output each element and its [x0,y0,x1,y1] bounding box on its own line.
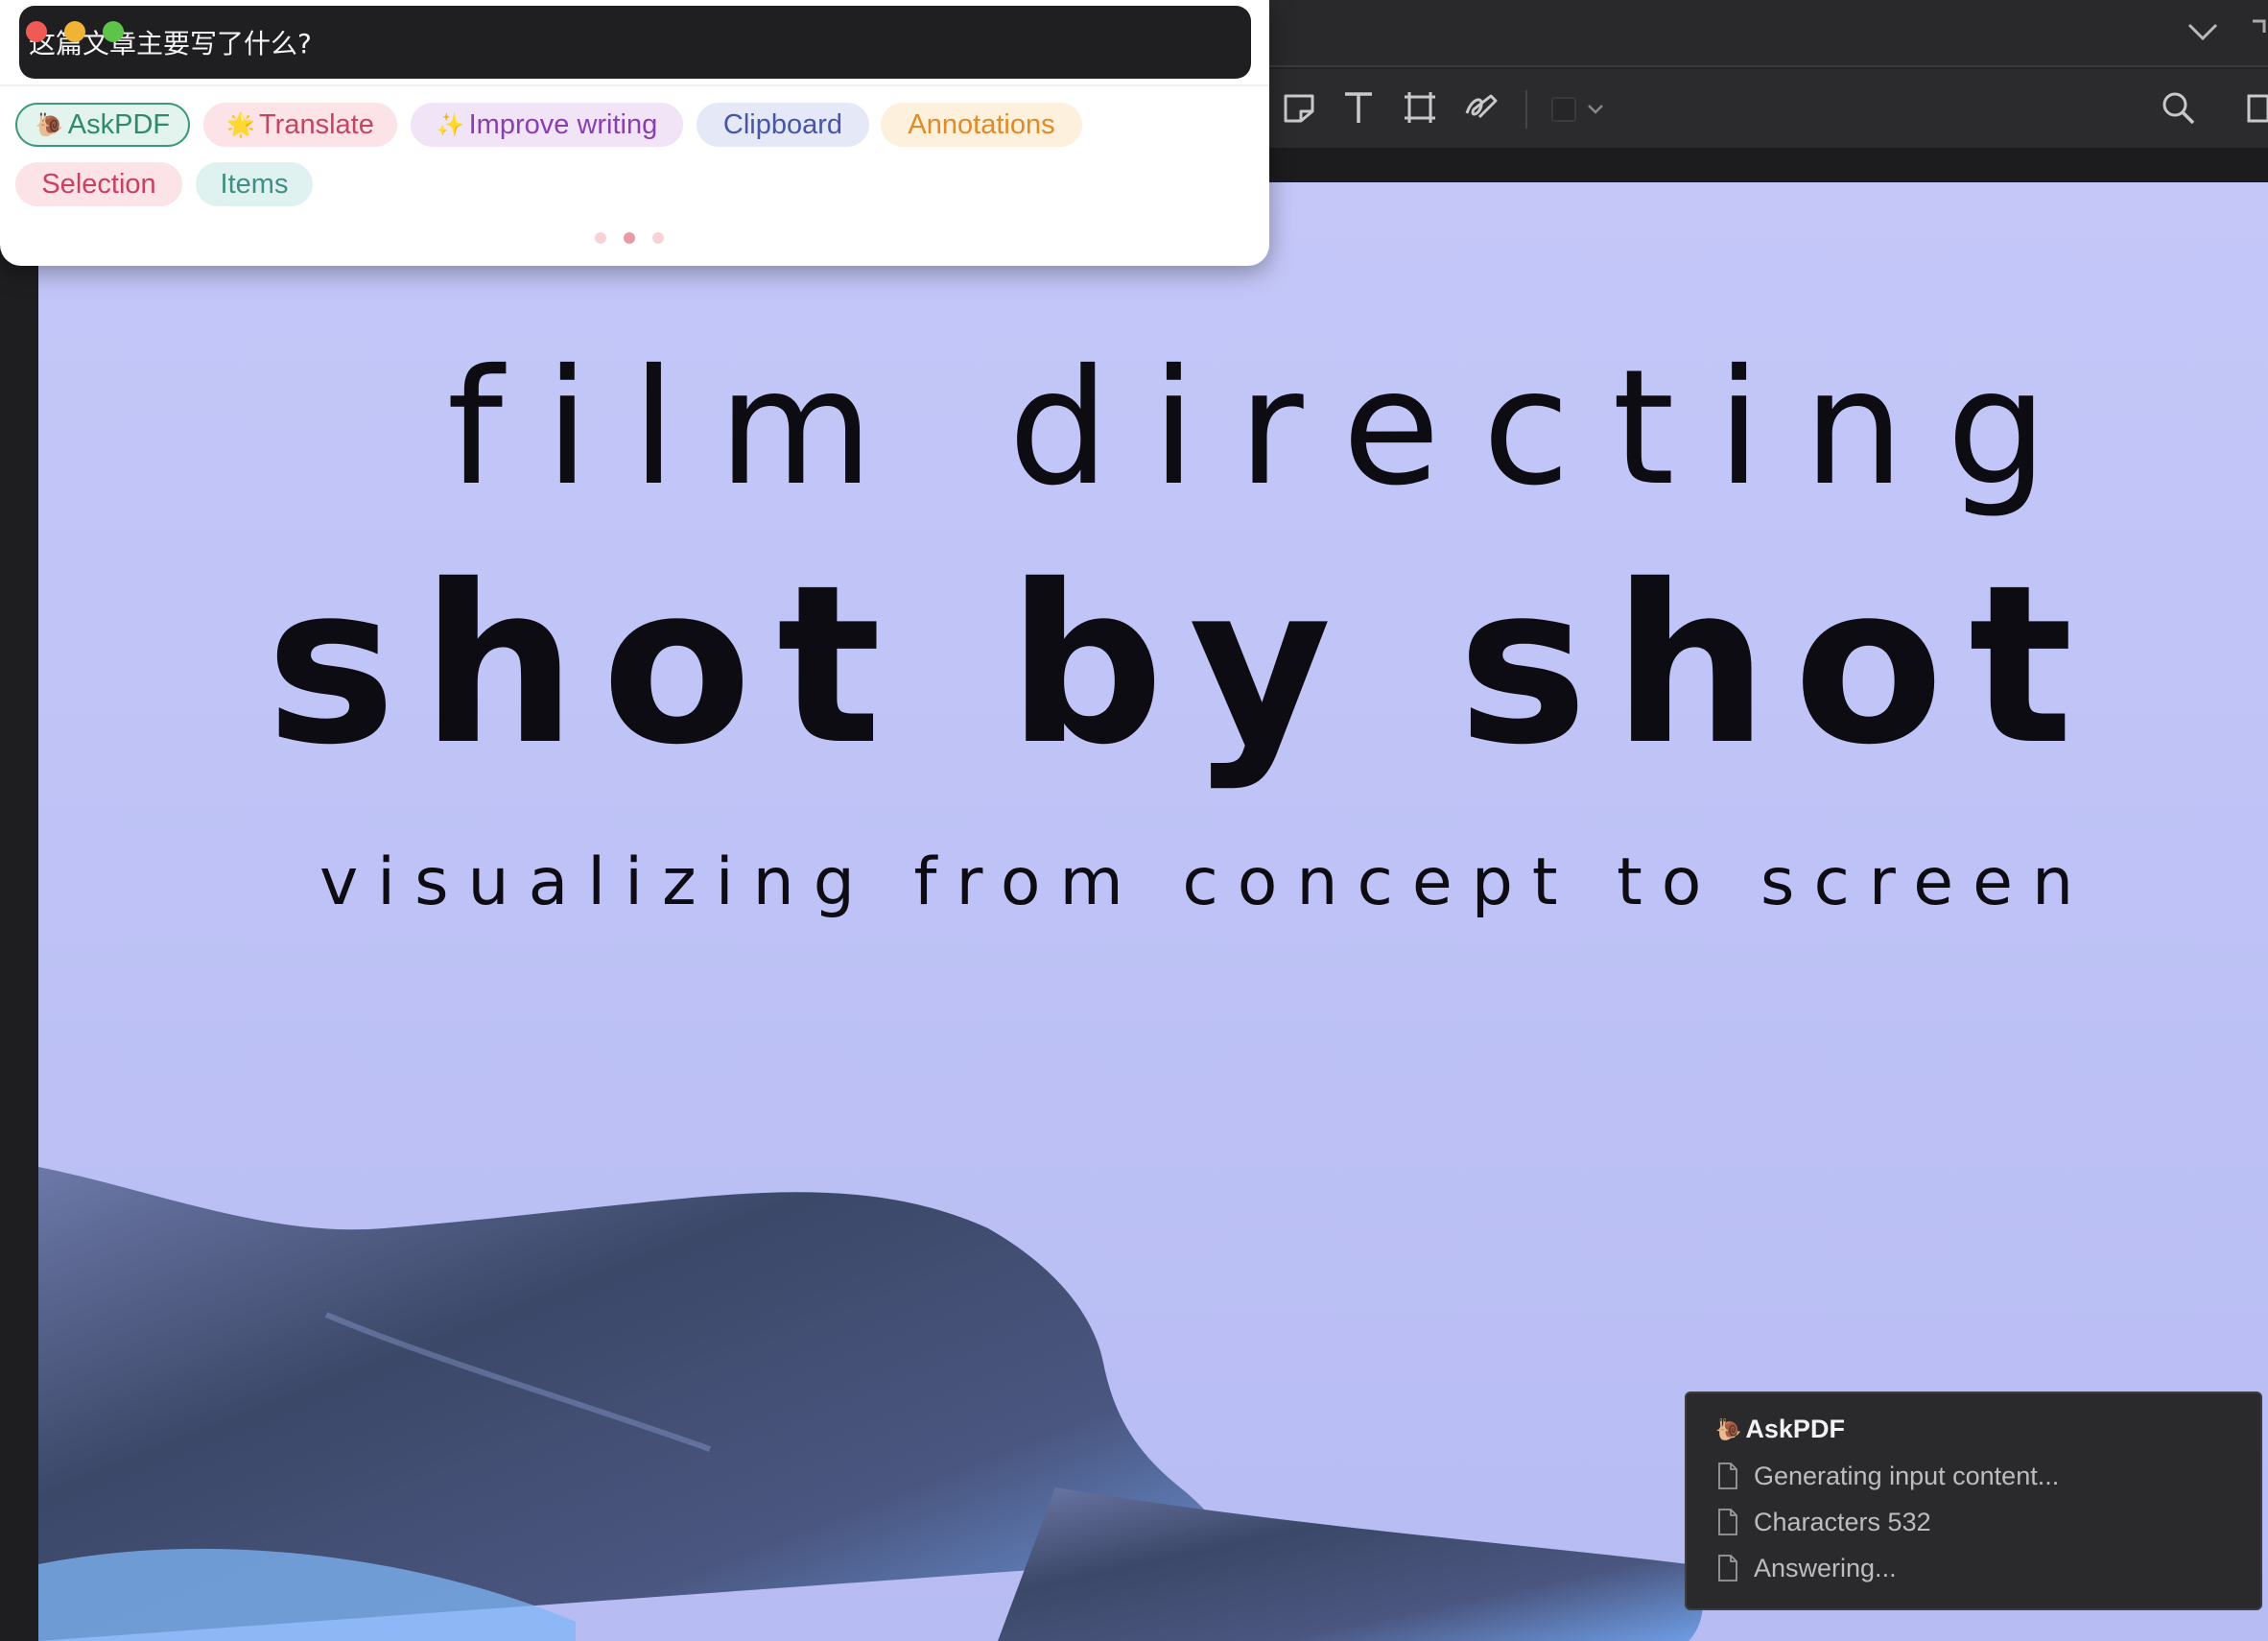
window-edge-button[interactable] [2251,13,2268,56]
chip-label: Annotations [908,108,1055,140]
chip-label: Selection [41,168,156,200]
chip-selection[interactable]: Selection [15,162,182,206]
sparkles-icon: ✨ [436,111,465,138]
color-swatch-icon[interactable] [1547,83,1614,132]
status-title-label: AskPDF [1745,1415,1845,1443]
star-icon: 🌟 [226,111,256,138]
cover-title: film directing [446,336,2091,521]
chevron-down-icon[interactable] [2184,15,2222,50]
chip-label: AskPDF [67,108,171,140]
chip-label: Translate [259,108,374,140]
askpdf-status-popup: 🐌 AskPDF Generating input content... Cha… [1685,1391,2262,1610]
page-dot[interactable] [595,232,606,244]
page-dot[interactable] [652,232,664,244]
status-row-text: Characters 532 [1754,1507,1931,1536]
document-icon [1718,1463,1737,1489]
quick-actions-panel: 这篇文章主要写了什么? 🐌 AskPDF 🌟 Translate ✨ Impro… [0,0,1269,266]
chip-translate[interactable]: 🌟 Translate [203,103,397,147]
status-row: Generating input content... [1717,1457,2059,1495]
chip-improve-writing[interactable]: ✨ Improve writing [411,103,683,147]
panel-divider [0,84,1269,86]
signature-icon[interactable] [1456,83,1506,132]
document-icon [1718,1509,1737,1535]
status-row: Answering... [1717,1549,1897,1587]
chip-label: Items [220,168,289,200]
search-icon[interactable] [2153,83,2203,132]
text-icon[interactable] [1334,83,1383,132]
document-icon [1718,1555,1737,1582]
app-window: film directing shot by shot visualizing … [0,0,2268,1641]
area-select-icon[interactable] [1395,83,1445,132]
cover-headline: shot by shot [266,537,2098,793]
page-indicator[interactable] [595,232,681,246]
chip-label: Improve writing [468,108,658,140]
chip-askpdf[interactable]: 🐌 AskPDF [15,103,190,147]
status-row: Characters 532 [1717,1503,1931,1541]
cover-subtitle: visualizing from concept to screen [319,844,2093,920]
page-dot[interactable] [624,232,635,244]
chip-clipboard[interactable]: Clipboard [697,103,869,147]
chip-label: Clipboard [722,108,843,140]
toolbar-divider [1525,90,1527,129]
query-input[interactable]: 这篇文章主要写了什么? [19,6,1251,79]
snail-icon: 🐌 [35,111,64,138]
snail-icon: 🐌 [1715,1416,1742,1441]
minimize-window-button[interactable] [64,21,85,42]
thumbnail-rail [0,182,38,1641]
chip-annotations[interactable]: Annotations [881,103,1082,147]
status-row-text: Generating input content... [1754,1461,2060,1490]
status-row-text: Answering... [1754,1553,1897,1582]
sidebar-icon[interactable] [2235,83,2268,132]
note-icon[interactable] [1274,83,1324,132]
chip-items[interactable]: Items [196,162,313,206]
status-title: 🐌 AskPDF [1715,1415,1845,1444]
close-window-button[interactable] [26,21,47,42]
zoom-window-button[interactable] [103,21,124,42]
